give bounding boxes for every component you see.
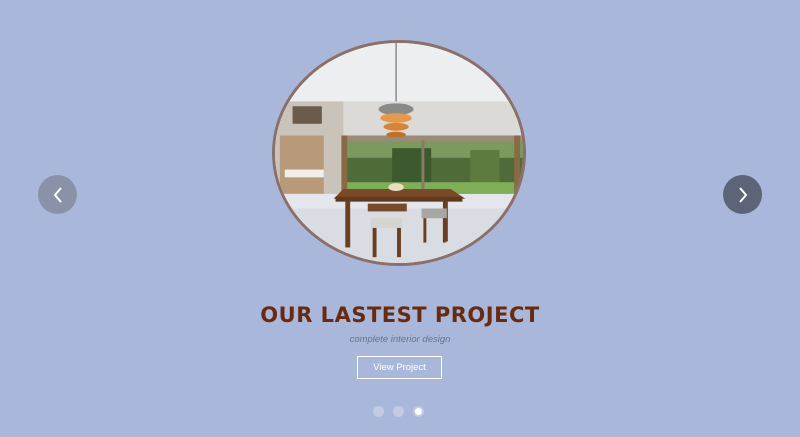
chevron-left-icon xyxy=(53,186,62,203)
prev-slide-button[interactable] xyxy=(38,175,77,214)
next-slide-button[interactable] xyxy=(723,175,762,214)
pagination-dot-2[interactable] xyxy=(393,406,404,417)
project-image xyxy=(272,40,526,266)
slider-pagination xyxy=(373,406,424,417)
chevron-right-icon xyxy=(738,186,747,203)
slide-subtitle: complete interior design xyxy=(349,334,451,345)
view-project-button[interactable]: View Project xyxy=(357,356,442,379)
pagination-dot-3[interactable] xyxy=(413,406,424,417)
pagination-dot-1[interactable] xyxy=(373,406,384,417)
hero-slider: OUR LASTEST PROJECT complete interior de… xyxy=(0,0,800,437)
slide-title: OUR LASTEST PROJECT xyxy=(260,303,540,327)
